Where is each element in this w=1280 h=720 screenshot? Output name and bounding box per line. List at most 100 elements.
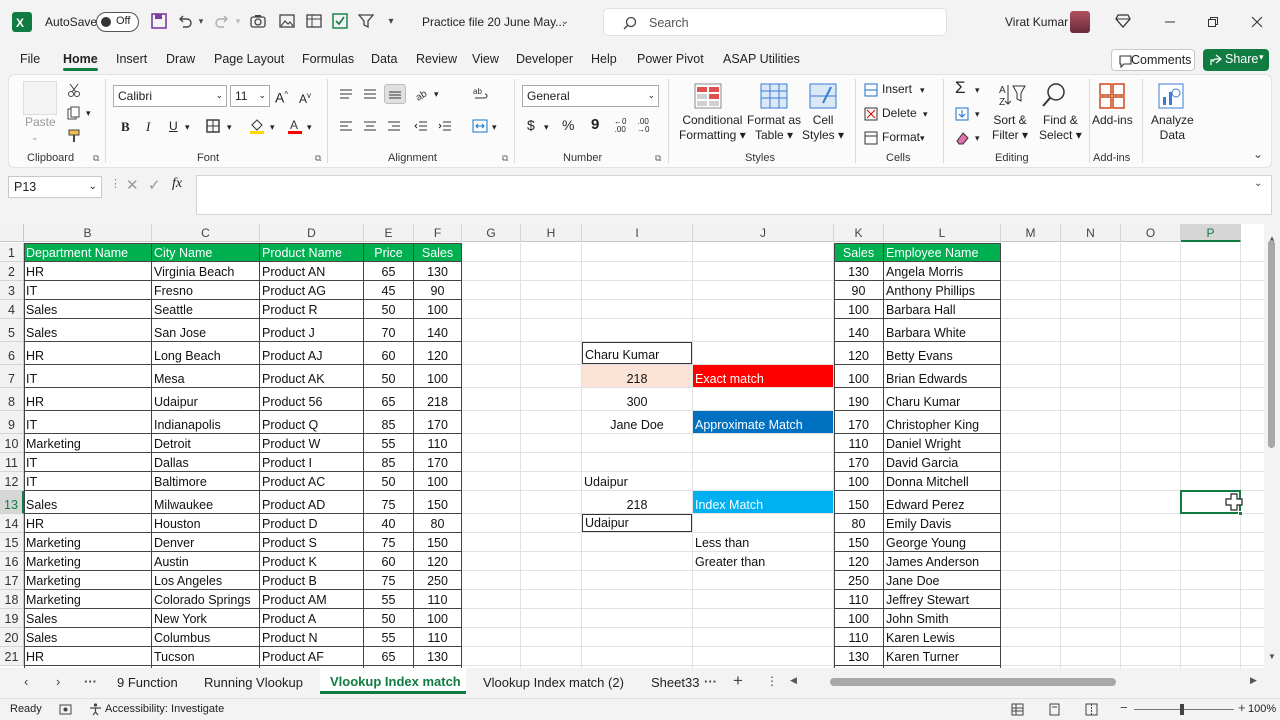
sheet-tab-running-vlookup[interactable]: Running Vlookup — [204, 675, 303, 690]
column-header[interactable]: F — [414, 224, 462, 242]
sheet-options-icon[interactable]: ⋮ — [766, 674, 778, 688]
result-cell-i9[interactable]: Jane Doe — [582, 411, 692, 433]
font-name-select[interactable]: Calibri ⌄ — [113, 85, 227, 107]
find-select-icon[interactable] — [1039, 80, 1069, 110]
result-cell-i13[interactable]: 218 — [582, 491, 692, 513]
insert-dropdown-icon[interactable]: ▾ — [920, 83, 925, 98]
exact-match-label[interactable]: Exact match — [693, 365, 833, 387]
sheet-tab-vlookup-index-match[interactable]: Vlookup Index match — [320, 668, 466, 694]
insert-function-icon[interactable]: fx — [172, 176, 182, 192]
clipboard-launcher-icon[interactable]: ⧉ — [93, 153, 99, 164]
format-painter-icon[interactable] — [66, 128, 82, 144]
menu-page-layout[interactable]: Page Layout — [214, 52, 284, 66]
zoom-slider-thumb[interactable] — [1180, 704, 1184, 715]
fill-dropdown-icon[interactable]: ▾ — [270, 120, 275, 135]
alignment-launcher-icon[interactable]: ⧉ — [502, 153, 508, 164]
zoom-slider[interactable] — [1134, 709, 1234, 710]
number-launcher-icon[interactable]: ⧉ — [655, 153, 661, 164]
macro-recording-icon[interactable] — [58, 702, 72, 716]
column-header[interactable]: I — [582, 224, 693, 242]
column-header[interactable]: H — [521, 224, 582, 242]
percent-icon[interactable]: % — [562, 118, 574, 133]
align-left-icon[interactable] — [337, 118, 355, 134]
underline-dropdown-icon[interactable]: ▾ — [185, 120, 190, 135]
undo-dropdown-icon[interactable]: ▾ — [197, 14, 205, 28]
fill-down-icon[interactable] — [953, 106, 971, 122]
accessibility-icon[interactable] — [88, 702, 102, 716]
column-header[interactable]: P — [1181, 224, 1241, 242]
index-match-label[interactable]: Index Match — [693, 491, 833, 513]
accessibility-status[interactable]: Accessibility: Investigate — [105, 703, 224, 715]
align-bottom-icon[interactable] — [384, 84, 406, 104]
decrease-font-icon[interactable]: Av — [299, 88, 311, 107]
sort-filter-icon[interactable]: AZ — [997, 81, 1027, 109]
row-header[interactable]: 10 — [0, 434, 24, 453]
format-cells-label[interactable]: Format — [882, 130, 920, 145]
zoom-in-icon[interactable]: + — [1238, 700, 1246, 715]
delete-cells-label[interactable]: Delete — [882, 106, 917, 121]
redo-icon[interactable] — [213, 12, 231, 30]
italic-icon[interactable]: I — [146, 119, 150, 134]
menu-review[interactable]: Review — [416, 52, 457, 66]
insert-cells-label[interactable]: Insert — [882, 82, 912, 97]
paste-label[interactable]: Paste — [25, 115, 56, 130]
orientation-dropdown-icon[interactable]: ▾ — [434, 87, 439, 102]
autosum-dropdown-icon[interactable]: ▾ — [975, 83, 980, 98]
row-header[interactable]: 3 — [0, 281, 24, 300]
horizontal-scrollbar[interactable]: ◀ ▶ — [788, 675, 1264, 689]
align-middle-icon[interactable] — [361, 86, 379, 102]
redo-dropdown-icon[interactable]: ▾ — [234, 14, 242, 28]
currency-dropdown-icon[interactable]: ▾ — [544, 120, 549, 135]
menu-draw[interactable]: Draw — [166, 52, 195, 66]
camera-icon[interactable] — [249, 12, 267, 30]
column-header[interactable]: M — [1001, 224, 1061, 242]
comments-button[interactable]: Comments — [1111, 49, 1195, 71]
row-header[interactable]: 14 — [0, 514, 24, 533]
scroll-left-icon[interactable]: ◀ — [790, 675, 797, 686]
format-cells-icon[interactable] — [863, 130, 879, 146]
column-header[interactable]: B — [24, 224, 152, 242]
align-right-icon[interactable] — [385, 118, 403, 134]
increase-decimal-icon[interactable]: ←0.00 — [614, 118, 626, 134]
column-header[interactable]: K — [834, 224, 884, 242]
sheet-tab-9-function[interactable]: 9 Function — [117, 675, 178, 690]
result-cell-i7[interactable]: 218 — [582, 365, 692, 387]
borders-icon[interactable] — [205, 118, 221, 134]
vertical-scrollbar[interactable]: ▲ ▼ — [1264, 224, 1280, 668]
search-box[interactable]: Search — [603, 8, 947, 36]
row-header[interactable]: 12 — [0, 472, 24, 491]
row-header[interactable]: 19 — [0, 609, 24, 628]
analyze-data-label[interactable]: Analyze Data — [1151, 113, 1194, 143]
clear-icon[interactable] — [953, 130, 971, 146]
borders-dropdown-icon[interactable]: ▾ — [227, 120, 232, 135]
column-header[interactable]: G — [462, 224, 521, 242]
row-header[interactable]: 6 — [0, 342, 24, 365]
row-header[interactable]: 17 — [0, 571, 24, 590]
lookup-cell-i6[interactable]: Charu Kumar — [582, 342, 692, 364]
row-header[interactable]: 9 — [0, 411, 24, 434]
menu-formulas[interactable]: Formulas — [302, 52, 354, 66]
sheet-tab-sheet33[interactable]: Sheet33 — [651, 675, 699, 690]
underline-icon[interactable]: U — [169, 119, 178, 134]
column-header[interactable]: J — [693, 224, 834, 242]
add-sheet-icon[interactable]: + — [733, 671, 743, 691]
minimize-icon[interactable] — [1160, 12, 1180, 32]
currency-icon[interactable]: $ — [527, 118, 535, 133]
checkbox-icon[interactable] — [331, 12, 349, 30]
paste-icon[interactable] — [23, 81, 57, 115]
row-header[interactable]: 5 — [0, 319, 24, 342]
name-box[interactable]: P13 ⌄ — [8, 176, 102, 198]
more-options-icon[interactable]: ⋮ — [110, 177, 121, 190]
font-size-select[interactable]: 11 ⌄ — [230, 85, 270, 107]
sheet-icon[interactable] — [305, 12, 323, 30]
page-break-view-icon[interactable] — [1084, 702, 1098, 716]
row-header[interactable]: 2 — [0, 262, 24, 281]
fill-color-icon[interactable] — [248, 117, 266, 135]
prev-sheet-icon[interactable]: ‹ — [24, 674, 28, 689]
column-header[interactable]: O — [1121, 224, 1181, 242]
copy-dropdown-icon[interactable]: ▾ — [86, 106, 91, 121]
decrease-indent-icon[interactable] — [412, 118, 430, 134]
align-top-icon[interactable] — [337, 86, 355, 102]
row-header[interactable]: 8 — [0, 388, 24, 411]
column-header[interactable]: L — [884, 224, 1001, 242]
